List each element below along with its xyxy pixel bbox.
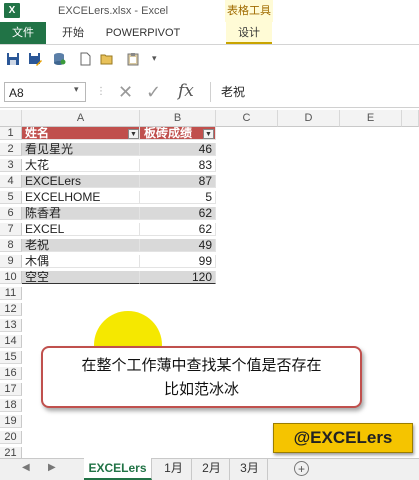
table-cell-name[interactable]: 木偶 [22, 255, 140, 268]
column-header-b[interactable]: B [140, 110, 216, 127]
row-header[interactable]: 14 [0, 335, 22, 348]
tab-home[interactable]: 开始 [56, 22, 90, 44]
window-title: EXCELers.xlsx - Excel [58, 5, 169, 17]
tab-design[interactable]: 设计 [226, 22, 272, 44]
table-cell-score[interactable]: 120 [140, 271, 216, 284]
sheet-tab-mar[interactable]: 3月 [232, 458, 268, 480]
callout-text-line1: 在整个工作薄中查找某个值是否存在 [81, 357, 322, 374]
qat-dropdown-icon[interactable]: ▾ [152, 53, 157, 64]
table-cell-name[interactable]: 空空 [22, 271, 140, 284]
column-header-e[interactable]: E [340, 110, 402, 127]
tab-powerpivot[interactable]: POWERPIVOT [102, 22, 184, 44]
row-header[interactable]: 19 [0, 415, 22, 428]
filter-dropdown-icon[interactable]: ▼ [128, 129, 139, 139]
row-header[interactable]: 20 [0, 431, 22, 444]
tab-file[interactable]: 文件 [0, 22, 46, 44]
table-cell-score[interactable]: 46 [140, 143, 216, 156]
insert-function-icon[interactable]: fx [178, 81, 194, 101]
table-cell-score[interactable]: 83 [140, 159, 216, 172]
table-cell-score[interactable]: 62 [140, 207, 216, 220]
row-header[interactable]: 8 [0, 239, 22, 252]
sheet-tab-feb[interactable]: 2月 [194, 458, 230, 480]
row-header[interactable]: 6 [0, 207, 22, 220]
database-icon[interactable] [52, 52, 66, 66]
table-cell-name[interactable]: EXCELHOME [22, 191, 140, 204]
column-header-c[interactable]: C [216, 110, 278, 127]
table-cell-score[interactable]: 99 [140, 255, 216, 268]
column-header-a[interactable]: A [22, 110, 140, 127]
row-header[interactable]: 12 [0, 303, 22, 316]
callout-box: 在整个工作薄中查找某个值是否存在 比如范冰冰 [41, 346, 362, 408]
row-header[interactable]: 10 [0, 271, 22, 284]
table-cell-name[interactable]: 看见星光 [22, 143, 140, 156]
row-header[interactable]: 1 [0, 127, 22, 140]
new-file-icon[interactable] [78, 52, 92, 66]
row-header[interactable]: 16 [0, 367, 22, 380]
table-header-name[interactable]: 姓名 [22, 127, 140, 140]
table-cell-score[interactable]: 87 [140, 175, 216, 188]
save-as-icon[interactable] [28, 52, 42, 66]
chevron-down-icon[interactable]: ▾ [74, 84, 79, 95]
table-cell-name[interactable]: EXCELers [22, 175, 140, 188]
table-cell-name[interactable]: EXCEL [22, 223, 140, 236]
author-badge: @EXCELers [273, 423, 413, 453]
contextual-group-label: 表格工具 [225, 0, 273, 22]
table-cell-name-selected[interactable]: 老祝 [22, 239, 140, 252]
table-cell-score[interactable]: 49 [140, 239, 216, 252]
checkmark-icon[interactable]: ✓ [146, 82, 161, 103]
clipboard-icon[interactable] [126, 52, 140, 66]
formula-input[interactable]: 老祝 [210, 82, 419, 102]
table-cell-score[interactable]: 62 [140, 223, 216, 236]
cancel-icon[interactable]: ✕ [118, 82, 133, 103]
save-icon[interactable] [6, 52, 20, 66]
add-sheet-icon[interactable]: + [294, 461, 309, 476]
row-header[interactable]: 4 [0, 175, 22, 188]
callout-text-line2: 比如范冰冰 [163, 381, 239, 398]
table-cell-name[interactable]: 大花 [22, 159, 140, 172]
row-header[interactable]: 2 [0, 143, 22, 156]
drag-handle-icon[interactable]: ⋮ [96, 86, 106, 97]
select-all-corner[interactable] [0, 110, 22, 127]
excel-icon[interactable]: X [4, 3, 20, 18]
row-header[interactable]: 5 [0, 191, 22, 204]
sheet-next-icon[interactable]: ▶ [48, 462, 56, 473]
filter-dropdown-icon[interactable]: ▼ [203, 129, 214, 139]
row-header[interactable]: 15 [0, 351, 22, 364]
sheet-prev-icon[interactable]: ◀ [22, 462, 30, 473]
open-folder-icon[interactable] [100, 52, 114, 66]
table-cell-score[interactable]: 5 [140, 191, 216, 204]
row-header[interactable]: 13 [0, 319, 22, 332]
row-header[interactable]: 18 [0, 399, 22, 412]
row-header[interactable]: 11 [0, 287, 22, 300]
ribbon-divider [0, 44, 419, 45]
row-header[interactable]: 9 [0, 255, 22, 268]
column-header-d[interactable]: D [278, 110, 340, 127]
sheet-tab-jan[interactable]: 1月 [156, 458, 192, 480]
sheet-tab-excelers[interactable]: EXCELers [84, 458, 152, 480]
table-cell-name[interactable]: 陈香君 [22, 207, 140, 220]
row-header[interactable]: 17 [0, 383, 22, 396]
column-header-overflow[interactable] [402, 110, 419, 127]
row-header[interactable]: 3 [0, 159, 22, 172]
row-header[interactable]: 7 [0, 223, 22, 236]
